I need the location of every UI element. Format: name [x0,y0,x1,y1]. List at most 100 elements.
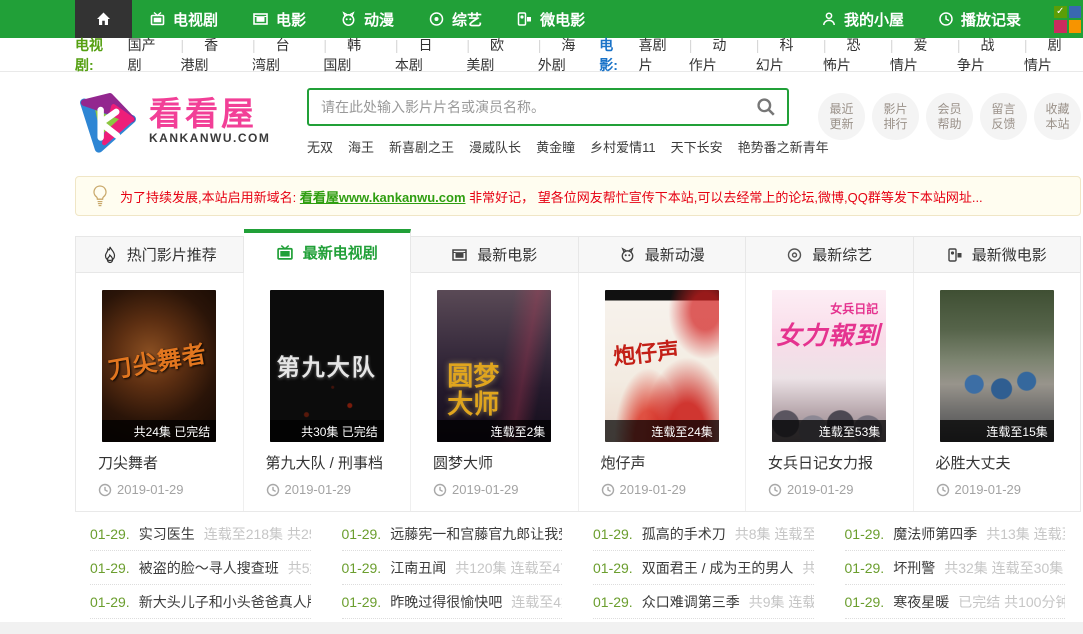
mv-cat-comedy[interactable]: 喜剧片 [629,35,679,75]
movie-card[interactable]: 连载至15集 必胜大丈夫 2019-01-29 [914,273,1081,511]
site-logo[interactable]: 看看屋 KANKANWU.COM [75,88,307,154]
nav-microfilm[interactable]: 微电影 [499,0,602,38]
nav-tv[interactable]: 电视剧 [132,0,235,38]
nav-variety[interactable]: 综艺 [411,0,499,38]
card-title[interactable]: 圆梦大师 [433,452,571,473]
nav-home[interactable] [75,0,132,38]
category-bar: 电视剧: 国产剧 香港剧 台湾剧 韩国剧 日本剧 欧美剧 海外剧 电影: 喜剧片… [0,38,1083,72]
tv-cat-overseas[interactable]: 海外剧 [528,35,599,75]
tv-cat-japan[interactable]: 日本剧 [385,35,456,75]
episode-badge: 共24集 已完结 [102,420,216,442]
hot-word[interactable]: 漫威队长 [469,137,521,156]
member-help-button[interactable]: 会员 帮助 [926,93,973,140]
card-title[interactable]: 必胜大丈夫 [936,452,1074,473]
mv-cat-drama[interactable]: 剧情片 [1014,35,1081,75]
movie-card[interactable]: 炮仔声 连载至24集 炮仔声 2019-01-29 [579,273,747,511]
card-date: 2019-01-29 [601,482,687,497]
tab-latest-variety[interactable]: 最新综艺 [746,236,914,273]
update-row[interactable]: 01-29. 新大头儿子和小头爸爸真人版 共 [90,585,311,619]
tv-cat-hongkong[interactable]: 香港剧 [171,35,242,75]
tab-latest-microfilm[interactable]: 最新微电影 [914,236,1082,273]
site-header: 看看屋 KANKANWU.COM 无双 海王 新喜剧之王 漫威队长 黄金瞳 乡村… [75,72,1081,176]
update-row[interactable]: 01-29. 江南丑闻 共120集 连载至47集 共 [342,551,563,585]
update-row[interactable]: 01-29. 双面君王 / 成为王的男人 共20 [593,551,814,585]
notice-domain-link[interactable]: 看看屋www.kankanwu.com [300,190,466,205]
card-title[interactable]: 刀尖舞者 [98,452,236,473]
feedback-button[interactable]: 留言 反馈 [980,93,1027,140]
quick-buttons: 最近 更新 影片 排行 会员 帮助 留言 反馈 收藏 本站 [818,88,1081,140]
nav-my-room[interactable]: 我的小屋 [804,0,921,38]
history-clock-icon [938,11,954,27]
card-title[interactable]: 第九大队 / 刑事档 [266,452,404,473]
nav-anime[interactable]: 动漫 [323,0,411,38]
poster-image[interactable]: 圆梦大师 连载至2集 [437,290,551,442]
tv-cat-taiwan[interactable]: 台湾剧 [242,35,313,75]
episode-badge: 连载至15集 [940,420,1054,442]
poster-image[interactable]: 炮仔声 连载至24集 [605,290,719,442]
film-icon [252,11,269,27]
movie-card[interactable]: 刀尖舞者 共24集 已完结 刀尖舞者 2019-01-29 [76,273,244,511]
poster-image[interactable]: 刀尖舞者 共24集 已完结 [102,290,216,442]
rankings-button[interactable]: 影片 排行 [872,93,919,140]
clock-icon [601,483,615,497]
nav-play-history[interactable]: 播放记录 [921,0,1038,38]
tv-cat-domestic[interactable]: 国产剧 [118,35,171,75]
poster-image[interactable]: 第九大队 共30集 已完结 [270,290,384,442]
hot-word[interactable]: 天下长安 [671,137,723,156]
update-row[interactable]: 01-29. 实习医生 连载至218集 共25分钟 [90,517,311,551]
nav-microfilm-label: 微电影 [540,9,585,30]
tv-cat-western[interactable]: 欧美剧 [456,35,527,75]
update-row[interactable]: 01-29. 魔法师第四季 共13集 连载至1集 [845,517,1066,551]
update-row[interactable]: 01-29. 众口难调第三季 共9集 连载至2 [593,585,814,619]
update-column: 01-29. 远藤宪一和宫藤官九郎让我受教 共 01-29. 江南丑闻 共120… [327,517,579,619]
update-column: 01-29. 魔法师第四季 共13集 连载至1集 01-29. 坏刑警 共32集… [830,517,1082,619]
search-box [307,88,789,126]
nav-movie[interactable]: 电影 [235,0,323,38]
card-date: 2019-01-29 [98,482,184,497]
search-button[interactable] [745,90,787,124]
update-list: 01-29. 实习医生 连载至218集 共25分钟 01-29. 被盗的脸～寻人… [75,512,1081,619]
update-row[interactable]: 01-29. 寒夜星暖 已完结 共100分钟 [845,585,1066,619]
card-date: 2019-01-29 [433,482,519,497]
colored-grid-icon[interactable] [1054,6,1081,33]
hot-word[interactable]: 无双 [307,137,333,156]
poster-image[interactable]: 连载至15集 [940,290,1054,442]
update-row[interactable]: 01-29. 孤高的手术刀 共8集 连载至3集 共 [593,517,814,551]
tv-cat-korea[interactable]: 韩国剧 [313,35,384,75]
card-title[interactable]: 女兵日记女力报 [768,452,906,473]
hot-word[interactable]: 海王 [348,137,374,156]
tab-latest-tv[interactable]: 最新电视剧 [244,229,412,273]
hot-word[interactable]: 黄金瞳 [536,137,575,156]
update-row[interactable]: 01-29. 昨晚过得很愉快吧 连载至4集 共30 [342,585,563,619]
mv-cat-scifi[interactable]: 科幻片 [746,35,813,75]
movie-card[interactable]: 女兵日記 女力報到 连载至53集 女兵日记女力报 2019-01-29 [746,273,914,511]
notice-bar: 为了持续发展,本站启用新域名: 看看屋www.kankanwu.com 非常好记… [75,176,1081,216]
mv-cat-horror[interactable]: 恐怖片 [813,35,880,75]
hot-word[interactable]: 新喜剧之王 [389,137,454,156]
mv-cat-war[interactable]: 战争片 [947,35,1014,75]
tab-latest-movies[interactable]: 最新电影 [411,236,579,273]
card-title[interactable]: 炮仔声 [601,452,739,473]
episode-badge: 连载至24集 [605,420,719,442]
update-row[interactable]: 01-29. 远藤宪一和宫藤官九郎让我受教 共 [342,517,563,551]
movie-card[interactable]: 圆梦大师 连载至2集 圆梦大师 2019-01-29 [411,273,579,511]
clock-icon [768,483,782,497]
clock-icon [936,483,950,497]
mv-cat-romance[interactable]: 爱情片 [880,35,947,75]
hot-word[interactable]: 艳势番之新青年 [738,137,829,156]
nav-tv-label: 电视剧 [173,9,218,30]
update-row[interactable]: 01-29. 坏刑警 共32集 连载至30集 共30分 [845,551,1066,585]
movie-card[interactable]: 第九大队 共30集 已完结 第九大队 / 刑事档 2019-01-29 [244,273,412,511]
poster-image[interactable]: 女兵日記 女力報到 连载至53集 [772,290,886,442]
logo-domain: KANKANWU.COM [149,131,270,145]
card-date: 2019-01-29 [266,482,352,497]
hot-word[interactable]: 乡村爱情11 [590,137,656,156]
update-row[interactable]: 01-29. 被盗的脸～寻人搜查班 共5集 连载 [90,551,311,585]
tab-hot-recommend[interactable]: 热门影片推荐 [75,236,244,273]
bookmark-site-button[interactable]: 收藏 本站 [1034,93,1081,140]
tab-latest-anime[interactable]: 最新动漫 [579,236,747,273]
recent-updates-button[interactable]: 最近 更新 [818,93,865,140]
card-date: 2019-01-29 [768,482,854,497]
mv-cat-action[interactable]: 动作片 [679,35,746,75]
search-input[interactable] [309,99,745,115]
